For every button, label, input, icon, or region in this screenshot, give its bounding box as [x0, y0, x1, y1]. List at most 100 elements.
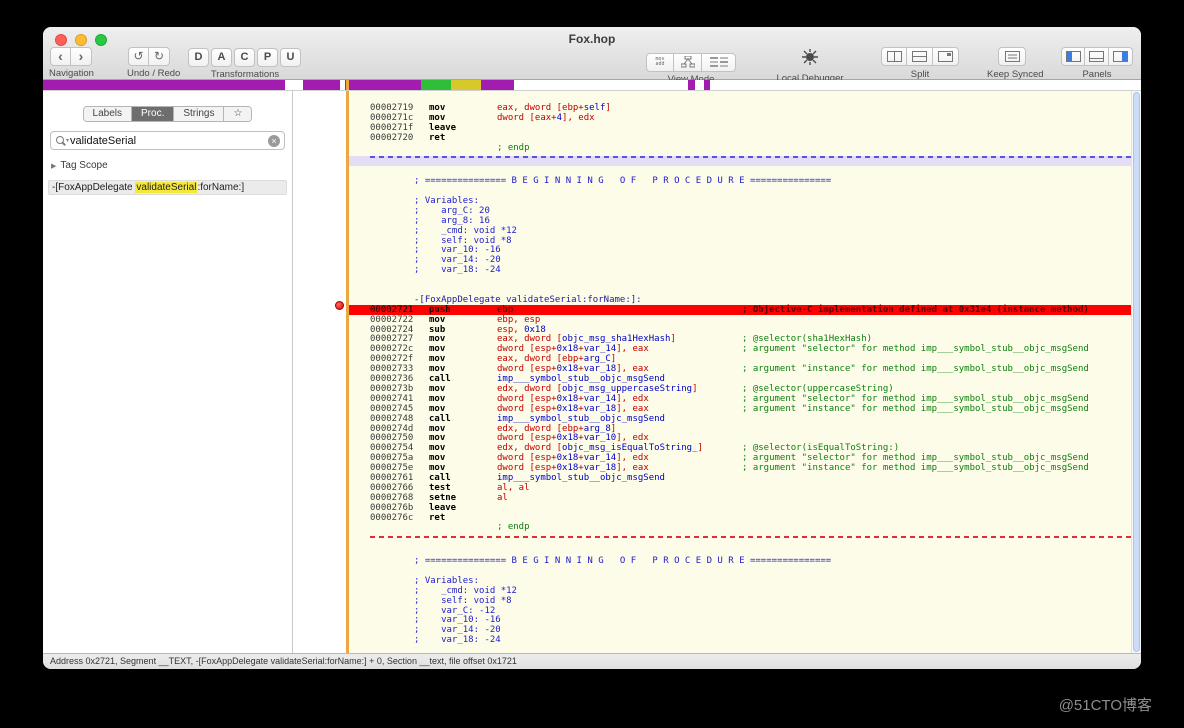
transform-undefine-button[interactable]: U [280, 48, 301, 67]
code-line[interactable]: 0000272cmovdword [esp+0x18+var_14], eax;… [349, 344, 1132, 354]
highlighted-instruction-line[interactable]: 00002721pushebp; Objective-C implementat… [349, 305, 1132, 315]
transform-data-button[interactable]: D [188, 48, 209, 67]
code-line[interactable]: ; var_14: -20 [349, 625, 1132, 635]
code-line[interactable]: ; _cmd: void *12 [349, 226, 1132, 236]
code-line[interactable]: 00002745movdword [esp+0x18+var_18], eax;… [349, 404, 1132, 414]
code-line[interactable]: 0000275amovdword [esp+0x18+var_14], edx;… [349, 453, 1132, 463]
code-line[interactable]: 00002768setneal [349, 493, 1132, 503]
breakpoint-icon[interactable] [335, 301, 344, 310]
transform-ascii-button[interactable]: A [211, 48, 232, 67]
toggle-bottom-panel-button[interactable] [1085, 47, 1109, 66]
code-line[interactable]: 0000271fleave [349, 123, 1132, 133]
toggle-left-panel-button[interactable] [1061, 47, 1085, 66]
code-line[interactable]: 00002761callimp___symbol_stub__objc_msgS… [349, 473, 1132, 483]
code-line[interactable]: ; var_C: -12 [349, 606, 1132, 616]
code-line[interactable]: ; Variables: [349, 196, 1132, 206]
segment-navigation-strip[interactable] [43, 80, 1141, 91]
vertical-scrollbar[interactable] [1131, 91, 1141, 653]
nav-strip-segment[interactable] [695, 80, 704, 90]
breakpoint-gutter[interactable] [293, 91, 346, 653]
code-line[interactable]: ; self: void *8 [349, 236, 1132, 246]
close-split-button[interactable] [933, 47, 959, 66]
code-line[interactable]: ; endp [349, 143, 1132, 153]
redo-button[interactable]: ↻ [149, 47, 170, 66]
disassembly-pane[interactable]: 00002719moveax, dword [ebp+self]0000271c… [346, 91, 1141, 653]
undo-button[interactable]: ↺ [128, 47, 149, 66]
split-horizontal-button[interactable] [907, 47, 933, 66]
assembly-view-button[interactable]: movadd [646, 53, 674, 72]
code-line[interactable] [349, 536, 1132, 546]
code-line[interactable] [349, 156, 1132, 166]
code-line[interactable]: 00002750movdword [esp+0x18+var_10], edx [349, 433, 1132, 443]
code-line[interactable] [349, 546, 1132, 556]
tab-procedures[interactable]: Proc. [131, 107, 173, 121]
code-line[interactable]: 00002720ret [349, 133, 1132, 143]
navigate-forward-button[interactable]: › [71, 47, 92, 66]
code-line[interactable]: -[FoxAppDelegate validateSerial:forName:… [349, 295, 1132, 305]
code-line[interactable]: ; var_18: -24 [349, 265, 1132, 275]
code-line[interactable]: 0000272fmoveax, dword [ebp+arg_C] [349, 354, 1132, 364]
code-line[interactable]: ; =============== B E G I N N I N G O F … [349, 556, 1132, 566]
code-line[interactable]: 0000273bmovedx, dword [objc_msg_uppercas… [349, 384, 1132, 394]
code-line[interactable]: 0000271cmovdword [eax+4], edx [349, 113, 1132, 123]
cfg-view-button[interactable] [674, 53, 702, 72]
keep-synced-button[interactable] [998, 47, 1026, 66]
search-input[interactable] [70, 135, 268, 147]
tag-scope-disclosure[interactable]: ▶Tag Scope [51, 160, 292, 171]
tab-favorites[interactable]: ☆ [223, 107, 251, 121]
nav-strip-segment[interactable] [345, 80, 421, 90]
code-line[interactable]: ; var_14: -20 [349, 255, 1132, 265]
code-line[interactable]: ; var_10: -16 [349, 615, 1132, 625]
code-line[interactable]: ; var_10: -16 [349, 245, 1132, 255]
tab-strings[interactable]: Strings [173, 107, 223, 121]
nav-strip-segment[interactable] [481, 80, 514, 90]
nav-strip-segment[interactable] [43, 80, 285, 90]
tab-labels[interactable]: Labels [84, 107, 131, 121]
code-line[interactable]: 00002733movdword [esp+0x18+var_18], eax;… [349, 364, 1132, 374]
local-debugger-button[interactable] [797, 47, 823, 66]
code-line[interactable]: 00002719moveax, dword [ebp+self] [349, 103, 1132, 113]
scrollbar-thumb[interactable] [1133, 92, 1140, 652]
code-line[interactable]: 0000275emovdword [esp+0x18+var_18], eax;… [349, 463, 1132, 473]
nav-strip-segment[interactable] [710, 80, 1141, 90]
code-line[interactable]: 00002727moveax, dword [objc_msg_sha1HexH… [349, 334, 1132, 344]
hex-view-button[interactable] [702, 53, 736, 72]
code-line[interactable]: ; arg_C: 20 [349, 206, 1132, 216]
clear-search-button[interactable]: × [268, 135, 280, 147]
transform-code-button[interactable]: C [234, 48, 255, 67]
code-line[interactable]: ; =============== B E G I N N I N G O F … [349, 176, 1132, 186]
code-line[interactable]: 00002754movedx, dword [objc_msg_isEqualT… [349, 443, 1132, 453]
code-line[interactable]: ; endp [349, 522, 1132, 532]
code-line[interactable]: 00002766testal, al [349, 483, 1132, 493]
code-line[interactable] [349, 186, 1132, 196]
code-line[interactable]: ; var_18: -24 [349, 635, 1132, 645]
code-line[interactable]: ; _cmd: void *12 [349, 586, 1132, 596]
code-line[interactable]: ; Variables: [349, 576, 1132, 586]
code-line[interactable]: ; arg_8: 16 [349, 216, 1132, 226]
code-line[interactable] [349, 285, 1132, 295]
code-line[interactable]: 0000276bleave [349, 503, 1132, 513]
sidebar-search-field[interactable]: ▾ × [50, 131, 285, 150]
code-line[interactable] [349, 275, 1132, 285]
nav-strip-segment[interactable] [421, 80, 451, 90]
code-line[interactable]: ; self: void *8 [349, 596, 1132, 606]
code-line[interactable]: 00002722movebp, esp [349, 315, 1132, 325]
nav-strip-segment[interactable] [451, 80, 481, 90]
nav-strip-segment[interactable] [303, 80, 340, 90]
procedure-list-item[interactable]: -[FoxAppDelegate validateSerial:forName:… [48, 180, 287, 195]
nav-strip-segment[interactable] [285, 80, 303, 90]
nav-strip-segment[interactable] [514, 80, 688, 90]
code-line[interactable]: 00002741movdword [esp+0x18+var_14], edx;… [349, 394, 1132, 404]
code-line[interactable]: 00002736callimp___symbol_stub__objc_msgS… [349, 374, 1132, 384]
navigate-back-button[interactable]: ‹ [50, 47, 71, 66]
nav-strip-segment[interactable] [688, 80, 695, 90]
code-line[interactable]: 00002724subesp, 0x18 [349, 325, 1132, 335]
code-line[interactable] [349, 566, 1132, 576]
code-line[interactable] [349, 166, 1132, 176]
split-vertical-button[interactable] [881, 47, 907, 66]
transform-procedure-button[interactable]: P [257, 48, 278, 67]
toggle-right-panel-button[interactable] [1109, 47, 1133, 66]
code-line[interactable]: 0000274dmovedx, dword [ebp+arg_8] [349, 424, 1132, 434]
code-line[interactable]: 0000276cret [349, 513, 1132, 523]
code-line[interactable]: 00002748callimp___symbol_stub__objc_msgS… [349, 414, 1132, 424]
